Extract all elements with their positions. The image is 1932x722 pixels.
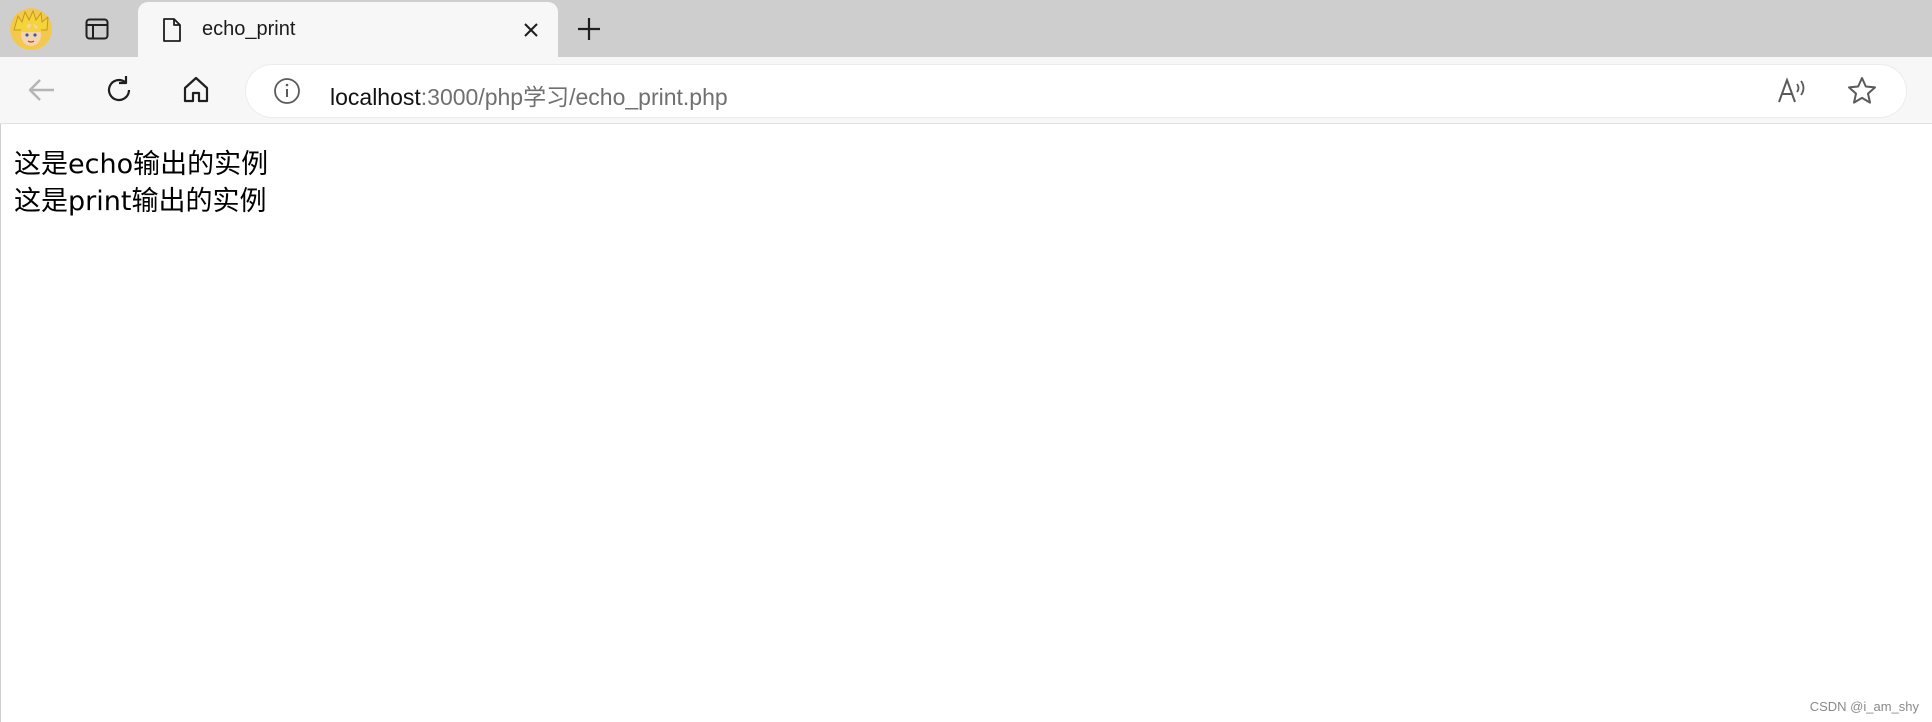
close-tab-button[interactable]	[518, 17, 544, 43]
tab-strip: echo_print	[0, 0, 1932, 57]
close-icon	[524, 23, 538, 37]
read-aloud-icon	[1778, 77, 1805, 103]
tab-title: echo_print	[202, 18, 296, 40]
echo-output-text: 这是echo输出的实例	[14, 149, 269, 180]
favorite-button[interactable]	[1844, 73, 1880, 109]
refresh-button[interactable]	[97, 68, 141, 112]
info-icon[interactable]	[272, 76, 302, 106]
read-aloud-button[interactable]	[1774, 73, 1810, 109]
url-path: :3000/php学习/echo_print.php	[420, 84, 728, 110]
back-button[interactable]	[20, 68, 64, 112]
url-host: localhost	[330, 84, 421, 110]
page-icon	[160, 17, 184, 43]
page-content: 这是echo输出的实例 这是print输出的实例 CSDN @i_am_shy	[0, 124, 1932, 722]
star-icon	[1848, 77, 1876, 104]
arrow-left-icon	[28, 79, 54, 101]
tab-echo-print[interactable]: echo_print	[138, 2, 558, 57]
address-bar[interactable]: localhost:3000/php学习/echo_print.php	[246, 65, 1906, 117]
watermark: CSDN @i_am_shy	[1809, 699, 1919, 714]
avatar[interactable]	[10, 8, 52, 50]
new-tab-button[interactable]	[570, 10, 608, 48]
tab-actions-button[interactable]	[76, 10, 118, 48]
print-output-text: 这是print输出的实例	[14, 186, 267, 217]
home-icon	[183, 76, 209, 103]
url-text[interactable]: localhost:3000/php学习/echo_print.php	[330, 78, 728, 112]
toolbar: localhost:3000/php学习/echo_print.php	[0, 57, 1932, 124]
plus-icon	[578, 18, 600, 40]
home-button[interactable]	[174, 68, 218, 112]
browser-window: echo_print localhost:3000/php学习/echo_pri…	[0, 0, 1932, 722]
tab-actions-icon	[85, 18, 109, 40]
refresh-icon	[107, 76, 131, 102]
